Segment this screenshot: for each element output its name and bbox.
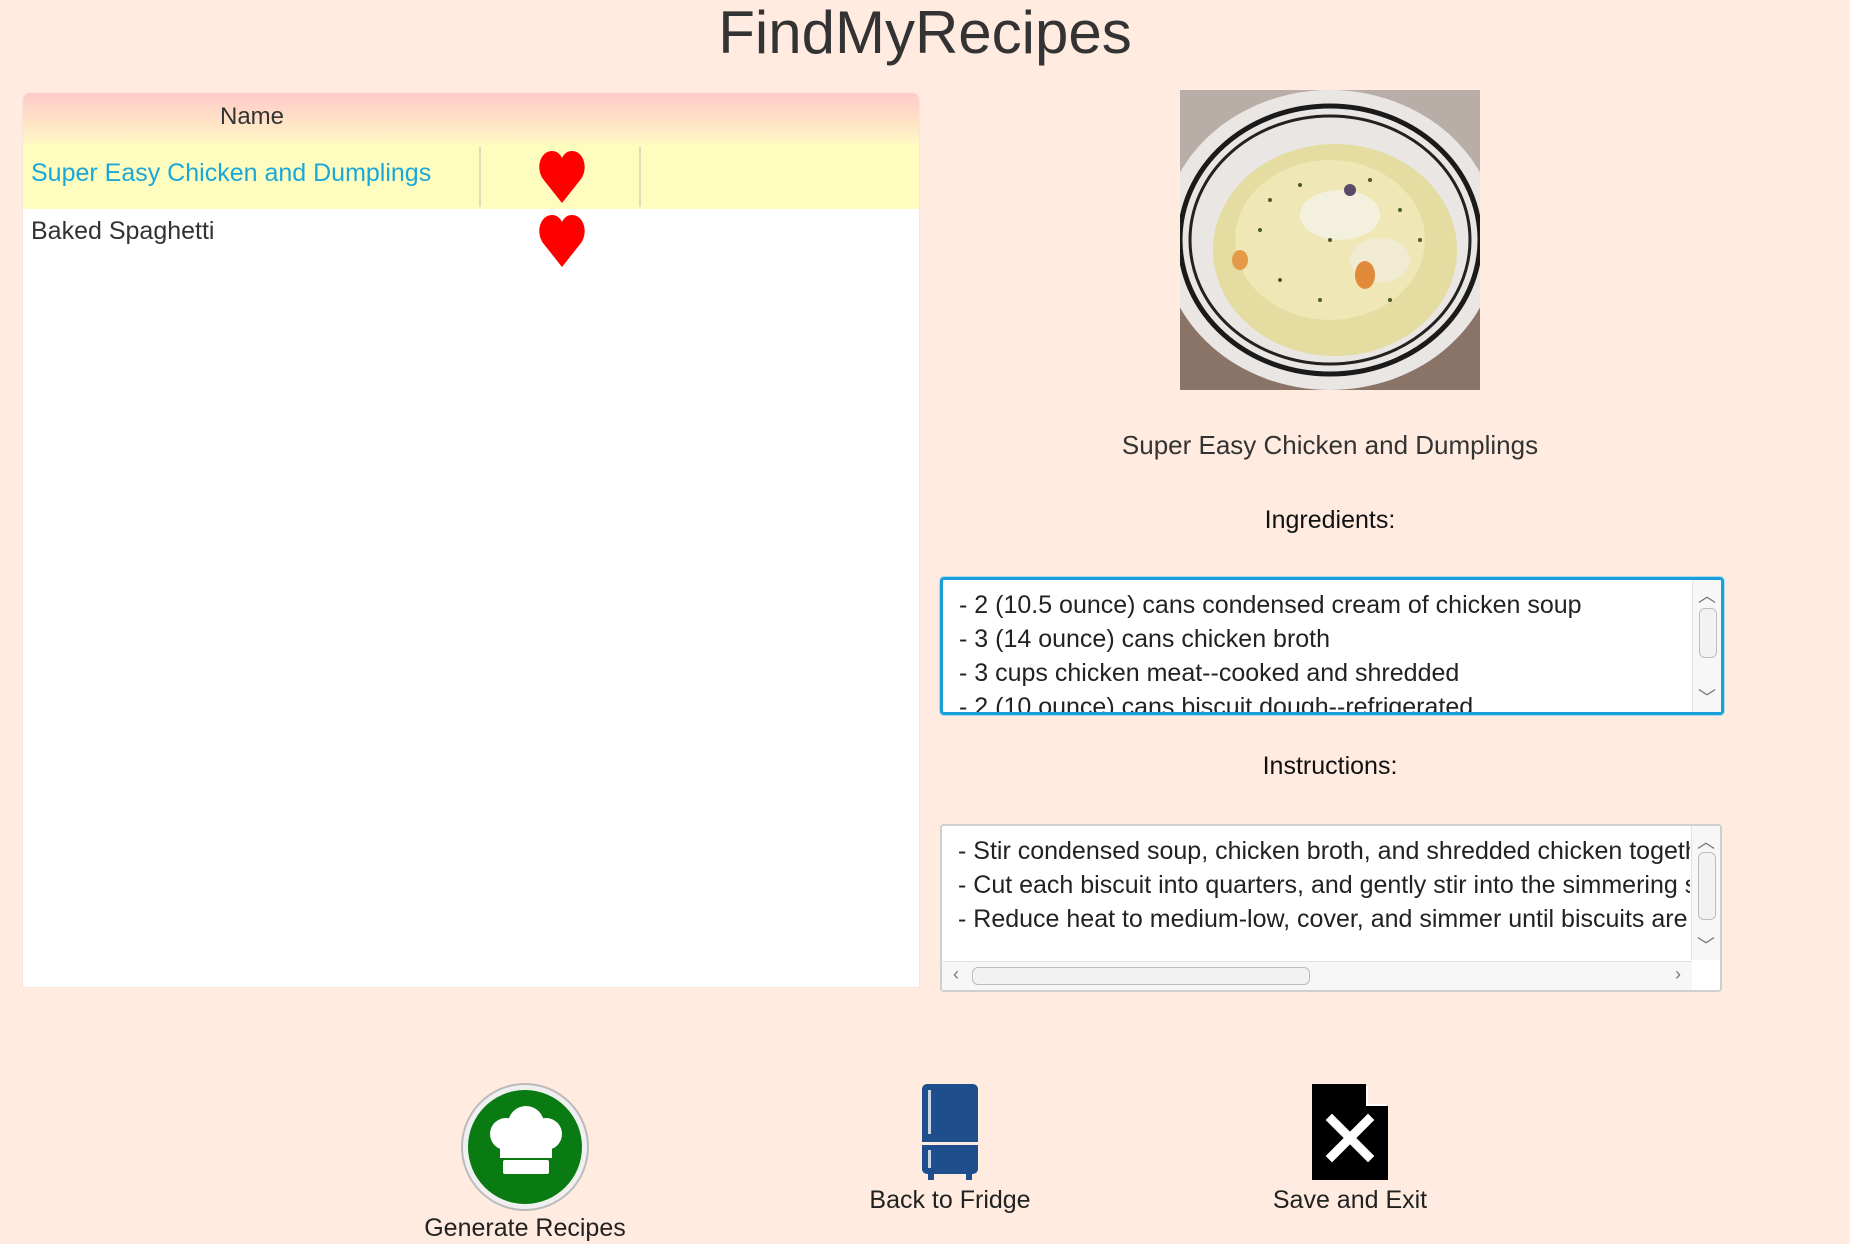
save-and-exit-button[interactable]: Save and Exit [1250,1082,1450,1215]
instructions-horizontal-scrollbar[interactable]: ‹ › [942,961,1692,990]
recipe-title: Super Easy Chicken and Dumplings [1121,430,1539,460]
generate-recipes-label: Generate Recipes [424,1214,626,1242]
instruction-line: - Cut each biscuit into quarters, and ge… [958,871,1690,899]
scroll-down-icon[interactable]: ﹀ [1692,932,1720,958]
instructions-vertical-scrollbar[interactable]: ︿ ﹀ [1691,826,1720,960]
back-to-fridge-label: Back to Fridge [869,1186,1031,1214]
scroll-left-icon[interactable]: ‹ [942,964,970,985]
scroll-right-icon[interactable]: › [1664,964,1692,985]
recipe-name-cell: Super Easy Chicken and Dumplings [31,159,432,187]
scrollbar-thumb[interactable] [972,967,1310,985]
instruction-line: - Stir condensed soup, chicken broth, an… [958,837,1690,865]
generate-recipes-button[interactable]: Generate Recipes [420,1082,630,1243]
scroll-down-icon[interactable]: ﹀ [1693,684,1721,710]
table-row[interactable]: Baked Spaghetti [23,209,919,273]
app-title: FindMyRecipes [718,0,1132,66]
table-header: Name [23,93,919,143]
column-separator [639,147,641,207]
recipe-table[interactable]: Name Super Easy Chicken and Dumplings Ba… [22,92,920,988]
scrollbar-thumb[interactable] [1698,852,1716,920]
column-header-name[interactable]: Name [23,103,481,131]
ingredient-line: - 2 (10 ounce) cans biscuit dough--refri… [959,693,1474,715]
fridge-icon [922,1084,978,1180]
scrollbar-thumb[interactable] [1699,608,1717,658]
scroll-up-icon[interactable]: ︿ [1692,828,1720,854]
instruction-line: - Reduce heat to medium-low, cover, and … [958,905,1690,933]
table-row[interactable]: Super Easy Chicken and Dumplings [23,143,919,209]
ingredients-vertical-scrollbar[interactable]: ︿ ﹀ [1692,580,1721,712]
favorite-heart-icon[interactable] [539,213,585,269]
instructions-textarea[interactable]: - Stir condensed soup, chicken broth, an… [940,824,1722,992]
recipe-photo [1180,90,1480,390]
recipe-name-cell: Baked Spaghetti [31,217,215,245]
ingredients-textarea[interactable]: - 2 (10.5 ounce) cans condensed cream of… [940,577,1724,715]
instructions-label: Instructions: [1262,752,1398,780]
ingredient-line: - 3 (14 ounce) cans chicken broth [959,625,1331,653]
ingredient-line: - 3 cups chicken meat--cooked and shredd… [959,659,1460,687]
ingredient-line: - 2 (10.5 ounce) cans condensed cream of… [959,591,1582,619]
chef-hat-icon [461,1083,589,1211]
favorite-heart-icon[interactable] [539,149,585,205]
column-separator [479,147,481,207]
ingredients-label: Ingredients: [1264,506,1396,534]
save-and-exit-label: Save and Exit [1272,1186,1428,1214]
back-to-fridge-button[interactable]: Back to Fridge [850,1082,1050,1215]
scroll-up-icon[interactable]: ︿ [1693,582,1721,608]
close-document-icon [1312,1084,1388,1180]
